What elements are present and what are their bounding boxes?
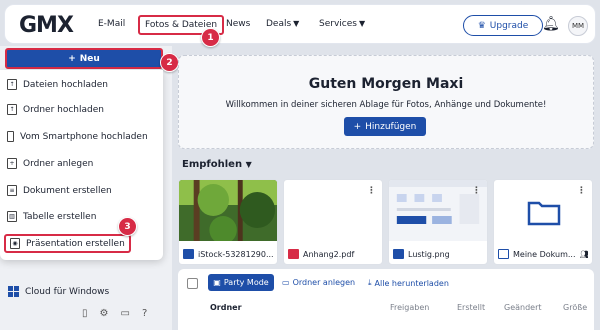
upload-folder-icon: ↑ <box>7 104 17 115</box>
step-badge-1: 1 <box>201 28 220 47</box>
upgrade-label: Upgrade <box>489 20 529 31</box>
windows-icon <box>8 286 19 297</box>
select-all-checkbox[interactable] <box>187 278 198 289</box>
forest-thumbnail <box>179 180 277 241</box>
recommended-label: Empfohlen <box>182 159 243 170</box>
presentation-icon: ◉ <box>10 238 20 249</box>
file-list: ▣ Party Mode ▭ Ordner anlegen ⤓ Alle her… <box>178 269 594 330</box>
new-folder-button[interactable]: ▭ Ordner anlegen <box>282 278 355 287</box>
download-all-label: Alle herunterladen <box>374 278 449 288</box>
upgrade-button[interactable]: ♛ Upgrade <box>463 15 543 36</box>
crown-icon: ♛ <box>477 20 486 31</box>
column-header-modified[interactable]: Geändert <box>504 303 542 312</box>
step-badge-3: 3 <box>118 217 137 236</box>
avatar[interactable]: MM <box>568 16 588 36</box>
chevron-down-icon: ▼ <box>245 160 252 169</box>
column-header-size[interactable]: Größe <box>563 303 587 312</box>
menu-item-create-presentation[interactable]: ◉ Präsentation erstellen <box>4 234 131 253</box>
banner-subtitle: Willkommen in deiner sicheren Ablage für… <box>225 100 547 110</box>
spreadsheet-icon: ▥ <box>7 211 17 222</box>
top-navigation-bar: GMX E-Mail Fotos & Dateien News Deals ▼ S… <box>4 4 596 44</box>
more-options-icon[interactable]: ⋮ <box>472 186 481 196</box>
party-mode-label: Party Mode <box>223 278 269 287</box>
nav-deals-label: Deals <box>266 19 292 29</box>
upload-file-icon: ↑ <box>7 79 17 90</box>
menu-item-label: Ordner hochladen <box>23 104 104 115</box>
plus-icon: + <box>353 121 362 132</box>
menu-item-label: Dokument erstellen <box>23 185 112 196</box>
column-header-created[interactable]: Erstellt <box>457 303 485 312</box>
gear-icon[interactable]: ⚙ <box>100 308 109 319</box>
menu-item-create-document[interactable]: ≡ Dokument erstellen <box>7 185 112 196</box>
gmx-logo[interactable]: GMX <box>19 13 74 38</box>
party-icon: ▣ <box>213 278 221 287</box>
cloud-label: Cloud für Windows <box>25 286 110 297</box>
nav-email[interactable]: E-Mail <box>98 19 125 29</box>
new-folder-label: Ordner anlegen <box>292 278 356 287</box>
cloud-for-windows-link[interactable]: Cloud für Windows <box>8 286 109 297</box>
pdf-icon <box>288 249 299 259</box>
nav-services[interactable]: Services ▼ <box>319 19 365 29</box>
folder-icon <box>527 201 561 226</box>
new-button[interactable]: + Neu <box>5 48 163 69</box>
party-mode-button[interactable]: ▣ Party Mode <box>208 274 274 291</box>
file-card-label: Meine Dokum... 👥︎ <box>498 249 588 259</box>
menu-item-upload-smartphone[interactable]: Vom Smartphone hochladen <box>7 131 148 142</box>
menu-item-label: Vom Smartphone hochladen <box>20 131 148 142</box>
menu-item-label: Tabelle erstellen <box>23 211 97 222</box>
add-button[interactable]: + Hinzufügen <box>344 117 426 136</box>
banner-title: Guten Morgen Maxi <box>308 76 464 92</box>
bell-icon[interactable]: 🔔︎ <box>542 16 560 32</box>
folder-name: Meine Dokum... <box>513 249 576 259</box>
menu-item-new-folder[interactable]: + Ordner anlegen <box>7 158 93 169</box>
menu-item-label: Präsentation erstellen <box>26 238 125 249</box>
file-card-label: Lustig.png <box>393 249 483 259</box>
smartphone-icon[interactable]: ▯ <box>82 308 88 319</box>
menu-item-create-spreadsheet[interactable]: ▥ Tabelle erstellen <box>7 211 96 222</box>
file-name: Anhang2.pdf <box>303 249 355 259</box>
file-card-label: Anhang2.pdf <box>288 249 378 259</box>
folder-icon: ▭ <box>282 278 290 287</box>
new-button-label: Neu <box>79 53 100 64</box>
menu-item-label: Dateien hochladen <box>23 79 108 90</box>
add-button-label: Hinzufügen <box>365 121 417 132</box>
nav-news[interactable]: News <box>226 19 250 29</box>
file-card[interactable]: iStock-53281290... <box>178 179 278 265</box>
sidebar-footer-icons: ▯ ⚙ ▭ ? <box>82 308 147 319</box>
menu-item-upload-folder[interactable]: ↑ Ordner hochladen <box>7 104 104 115</box>
document-icon: ≡ <box>7 185 17 196</box>
help-icon[interactable]: ? <box>142 308 147 319</box>
column-header-folder[interactable]: Ordner <box>210 303 242 312</box>
file-name: Lustig.png <box>408 249 450 259</box>
folder-icon <box>498 249 509 259</box>
recommended-section-title[interactable]: Empfohlen ▼ <box>182 159 252 170</box>
more-options-icon[interactable]: ⋮ <box>577 186 586 196</box>
file-card[interactable]: ⋮ Anhang2.pdf <box>283 179 383 265</box>
plus-icon: + <box>68 53 76 64</box>
download-all-button[interactable]: ⤓ Alle herunterladen <box>368 278 449 288</box>
file-card[interactable]: ⋮ Lustig.png <box>388 179 488 265</box>
nav-deals[interactable]: Deals ▼ <box>266 19 299 29</box>
chat-icon[interactable]: ▭ <box>120 308 129 319</box>
folder-card[interactable]: ⋮ Meine Dokum... 👥︎ <box>493 179 593 265</box>
nav-services-label: Services <box>319 19 357 29</box>
menu-item-label: Ordner anlegen <box>23 158 94 169</box>
file-name: iStock-53281290... <box>198 249 273 259</box>
more-options-icon[interactable]: ⋮ <box>367 186 376 196</box>
column-header-shares[interactable]: Freigaben <box>390 303 429 312</box>
chevron-down-icon: ▼ <box>358 19 366 28</box>
download-icon: ⤓ <box>368 278 372 287</box>
smartphone-icon <box>7 131 14 142</box>
file-card-label: iStock-53281290... <box>183 249 273 259</box>
chevron-down-icon: ▼ <box>293 19 300 28</box>
shared-users-icon: 👥︎ <box>580 250 588 259</box>
welcome-banner: Guten Morgen Maxi Willkommen in deiner s… <box>178 55 594 149</box>
new-folder-icon: + <box>7 158 17 169</box>
menu-item-upload-files[interactable]: ↑ Dateien hochladen <box>7 79 108 90</box>
image-icon <box>183 249 194 259</box>
image-icon <box>393 249 404 259</box>
